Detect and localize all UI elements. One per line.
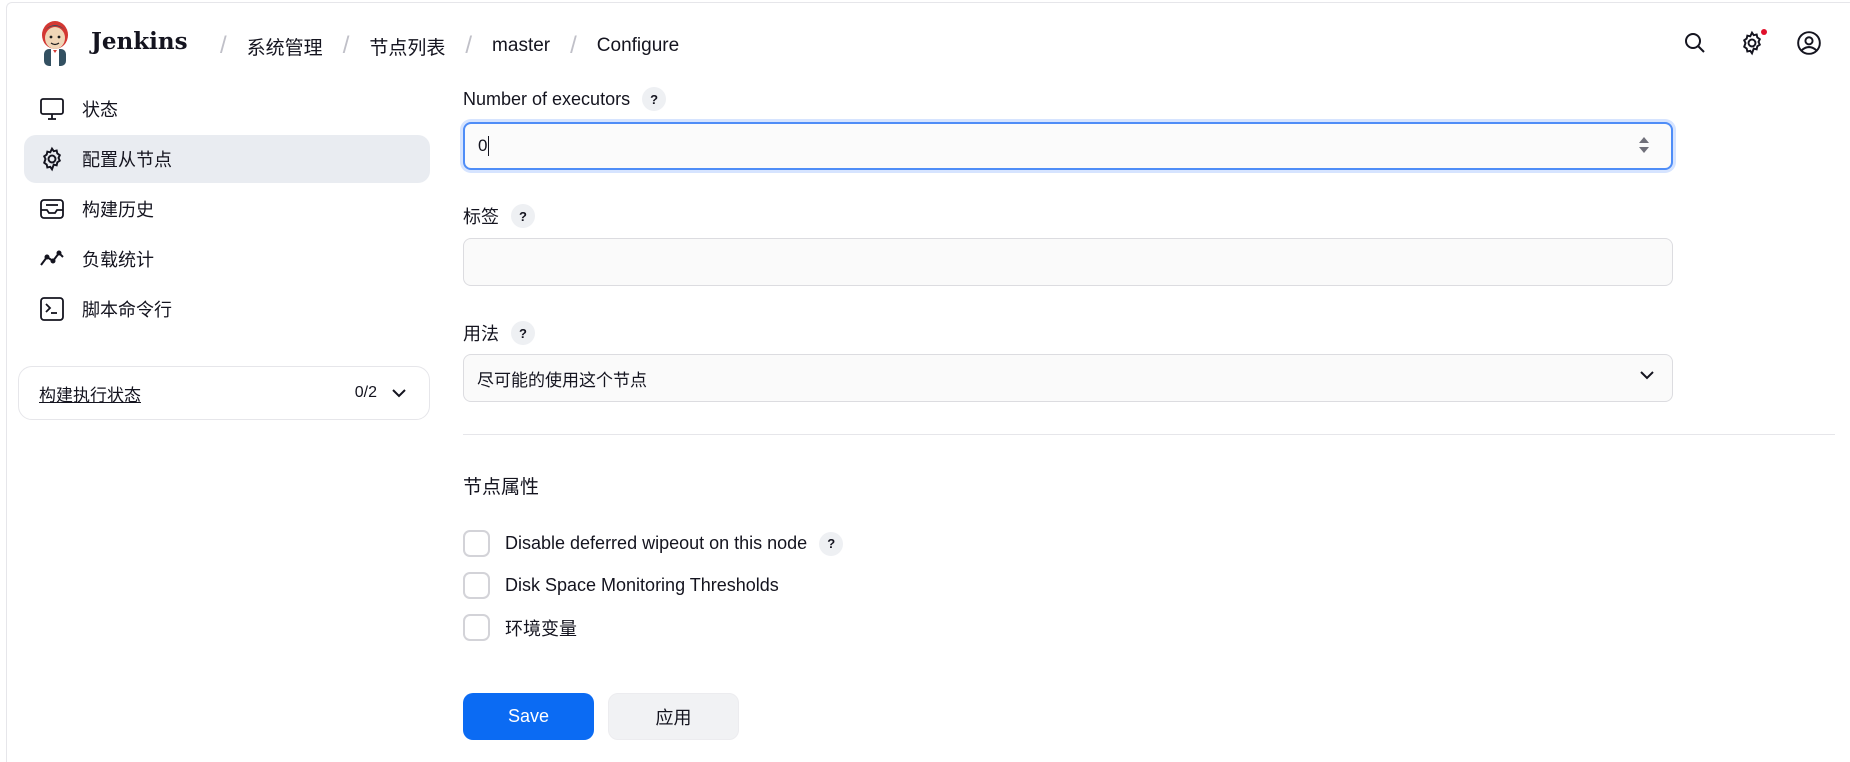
executor-status-link[interactable]: 构建执行状态 — [39, 381, 355, 406]
disk-space-label[interactable]: Disk Space Monitoring Thresholds — [505, 575, 779, 596]
save-button[interactable]: Save — [463, 693, 594, 740]
sidebar-item-label: 负载统计 — [82, 250, 154, 270]
property-row-env-vars: 环境变量 — [463, 614, 577, 641]
inbox-icon — [38, 195, 66, 223]
sidebar-item-build-history[interactable]: 构建历史 — [24, 185, 430, 233]
breadcrumb-separator: / — [570, 32, 577, 59]
number-spinner[interactable] — [1639, 137, 1649, 153]
breadcrumb-item-nodes[interactable]: 节点列表 — [369, 33, 445, 60]
usage-label-row: 用法 ? — [463, 320, 535, 346]
labels-label-row: 标签 ? — [463, 203, 535, 229]
sidebar-item-configure[interactable]: 配置从节点 — [24, 135, 430, 183]
breadcrumb-item-master[interactable]: master — [492, 35, 550, 57]
labels-help-icon[interactable]: ? — [511, 204, 535, 228]
app-title[interactable]: Jenkins — [91, 28, 188, 55]
chevron-down-icon[interactable] — [391, 388, 407, 398]
section-divider — [463, 434, 1835, 435]
terminal-icon — [38, 295, 66, 323]
sidebar-item-label: 配置从节点 — [82, 150, 172, 170]
breadcrumb-separator: / — [465, 32, 473, 59]
executors-label: Number of executors — [463, 88, 631, 109]
breadcrumb-separator: / — [220, 32, 227, 59]
usage-selected-value: 尽可能的使用这个节点 — [477, 370, 647, 390]
monitor-icon — [38, 95, 66, 123]
executor-status-panel[interactable]: 构建执行状态 0/2 — [18, 366, 430, 420]
env-vars-label[interactable]: 环境变量 — [505, 615, 577, 641]
usage-label: 用法 — [463, 324, 499, 344]
user-account-icon[interactable] — [1794, 28, 1824, 58]
breadcrumb-item-configure[interactable]: Configure — [597, 35, 679, 57]
sidebar-item-label: 构建历史 — [82, 200, 154, 220]
breadcrumb-separator: / — [342, 32, 350, 59]
breadcrumb-item-system[interactable]: 系统管理 — [247, 33, 323, 60]
node-properties-title: 节点属性 — [463, 477, 540, 498]
spin-up-icon[interactable] — [1639, 137, 1649, 143]
property-row-disk-space: Disk Space Monitoring Thresholds — [463, 572, 779, 599]
apply-button[interactable]: 应用 — [608, 693, 739, 740]
gear-icon — [38, 145, 66, 173]
executors-input[interactable]: 0 — [463, 122, 1673, 170]
sidebar-item-script-console[interactable]: 脚本命令行 — [24, 285, 430, 333]
sidebar-item-status[interactable]: 状态 — [24, 85, 430, 133]
top-header: Jenkins / 系统管理 / 节点列表 / master / Configu… — [0, 0, 1850, 88]
executors-help-icon[interactable]: ? — [642, 87, 667, 111]
property-row-deferred-wipeout: Disable deferred wipeout on this node ? — [463, 530, 844, 557]
executor-count: 0/2 — [354, 384, 377, 401]
deferred-wipeout-label[interactable]: Disable deferred wipeout on this node — [505, 533, 807, 554]
executors-label-row: Number of executors ? — [463, 87, 667, 111]
executors-value: 0 — [478, 136, 488, 155]
usage-select[interactable]: 尽可能的使用这个节点 — [463, 354, 1673, 402]
usage-help-icon[interactable]: ? — [511, 321, 535, 345]
sidebar-item-load-statistics[interactable]: 负载统计 — [24, 235, 430, 283]
notification-dot — [1761, 29, 1767, 35]
spin-down-icon[interactable] — [1639, 147, 1649, 153]
env-vars-checkbox[interactable] — [463, 614, 490, 641]
sidebar-item-label: 脚本命令行 — [82, 300, 172, 320]
deferred-wipeout-help-icon[interactable]: ? — [819, 531, 844, 556]
labels-label: 标签 — [463, 207, 499, 227]
search-icon[interactable] — [1680, 28, 1710, 58]
text-caret — [488, 136, 490, 156]
jenkins-logo[interactable] — [36, 20, 74, 68]
sidebar-item-label: 状态 — [82, 100, 118, 120]
manage-gear-icon[interactable] — [1737, 28, 1767, 58]
labels-input[interactable] — [463, 238, 1673, 286]
disk-space-checkbox[interactable] — [463, 572, 490, 599]
deferred-wipeout-checkbox[interactable] — [463, 530, 490, 557]
breadcrumb: / 系统管理 / 节点列表 / master / Configure — [200, 32, 679, 60]
trend-line-icon — [38, 245, 66, 273]
chevron-down-icon — [1640, 371, 1654, 380]
